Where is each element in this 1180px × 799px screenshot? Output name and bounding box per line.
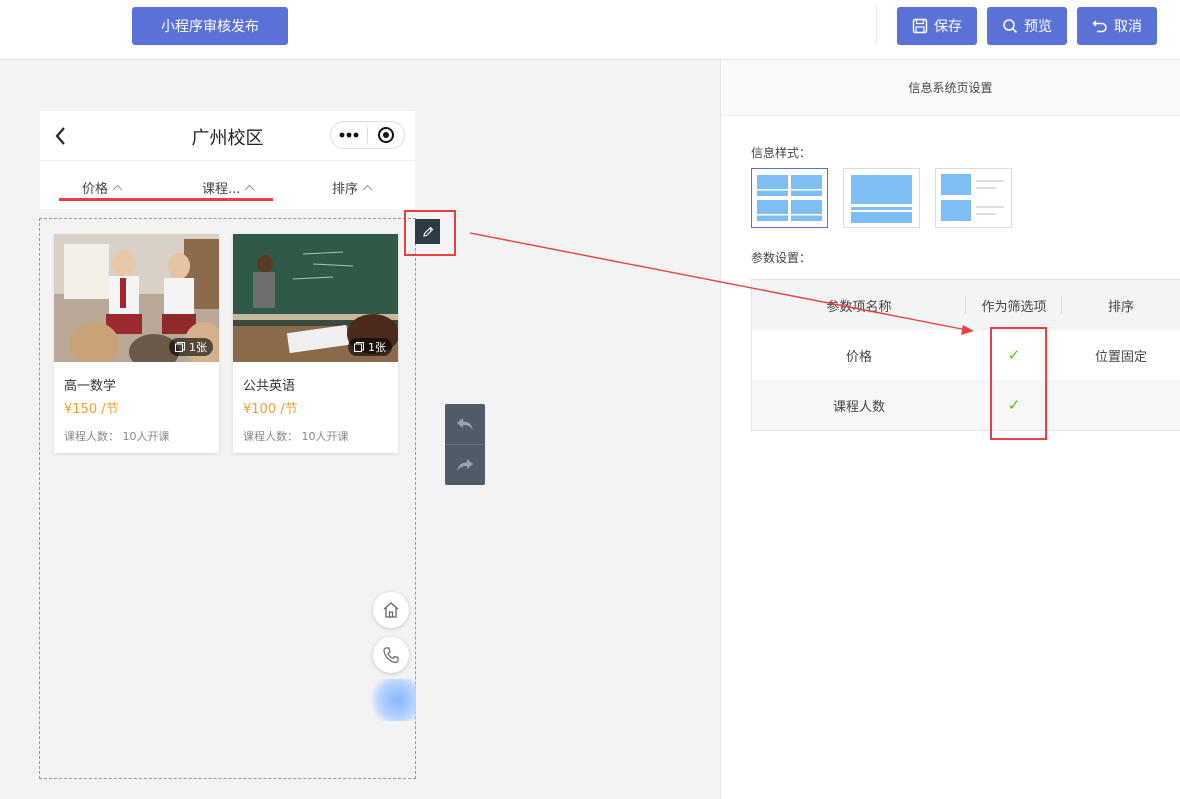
course-card[interactable]: 1张 高一数学 ¥150 /节 课程人数： 10人开课 (54, 234, 219, 453)
course-meta: 课程人数： 10人开课 (64, 430, 170, 443)
style-option-grid[interactable] (751, 168, 828, 228)
params-section-label: 参数设置： (751, 251, 812, 265)
style-section-label: 信息样式： (751, 146, 812, 160)
cancel-button[interactable]: 取消 (1077, 7, 1157, 45)
filter-label: 价格 (82, 182, 109, 197)
edit-button[interactable] (415, 219, 440, 244)
style-option-list[interactable] (935, 168, 1012, 228)
redo-arrow-icon (457, 459, 473, 471)
publish-button[interactable]: 小程序审核发布 (132, 7, 288, 45)
home-icon (383, 602, 399, 618)
course-price: ¥150 /节 (64, 402, 119, 417)
panel-title: 信息系统页设置 (721, 60, 1180, 116)
undo-button[interactable] (445, 404, 485, 444)
filter-price[interactable]: 价格 (82, 178, 123, 197)
settings-panel: 信息系统页设置 信息样式： 参数设置： 参数项名称 作为筛选项 排序 价格 ✓ … (720, 60, 1180, 799)
gallery-icon (354, 342, 364, 352)
image-count-badge: 1张 (169, 338, 213, 356)
style-option-banner[interactable] (843, 168, 920, 228)
filter-highlight-underline (59, 198, 273, 201)
param-table: 参数项名称 作为筛选项 排序 价格 ✓ 位置固定 课程人数 ✓ (751, 279, 1180, 431)
course-card[interactable]: 1张 公共英语 ¥100 /节 课程人数： 10人开课 (233, 234, 398, 453)
gallery-icon (175, 342, 185, 352)
checkmark-highlight-box (990, 327, 1047, 440)
mini-program-capsule (330, 121, 405, 149)
chevron-up-icon (362, 184, 373, 191)
save-button[interactable]: 保存 (897, 7, 977, 45)
param-sort: 位置固定 (1094, 349, 1147, 365)
search-icon (1003, 19, 1018, 34)
save-button-label: 保存 (934, 19, 962, 35)
undo-arrow-icon (457, 418, 473, 430)
column-header: 参数项名称 (752, 280, 966, 330)
pencil-icon (422, 226, 433, 237)
phone-icon (383, 647, 399, 664)
table-row: 价格 ✓ 位置固定 (752, 330, 1180, 380)
redo-button[interactable] (445, 445, 485, 485)
filter-sort[interactable]: 排序 (332, 178, 373, 197)
publish-button-label: 小程序审核发布 (161, 19, 259, 35)
phone-float-button[interactable] (373, 637, 409, 673)
undo-icon (1092, 20, 1107, 33)
save-icon (912, 18, 928, 34)
image-count-badge: 1张 (348, 338, 392, 356)
course-image: 1张 (54, 234, 219, 362)
cancel-button-label: 取消 (1114, 19, 1142, 35)
chevron-up-icon (245, 184, 255, 191)
course-title: 公共英语 (243, 379, 296, 394)
course-meta: 课程人数： 10人开课 (243, 430, 349, 443)
course-image: 1张 (233, 234, 398, 362)
home-float-button[interactable] (373, 592, 409, 628)
toolbar-divider (876, 6, 877, 44)
more-dots-icon[interactable] (331, 132, 367, 138)
top-toolbar: 小程序审核发布 保存 预览 取消 (0, 0, 1180, 60)
blurred-widget (370, 679, 416, 721)
filter-course-count[interactable]: 课程... (202, 178, 255, 197)
table-row: 课程人数 ✓ (752, 380, 1180, 430)
param-name: 课程人数 (832, 399, 885, 415)
param-sort (1062, 380, 1180, 430)
undo-redo-panel (445, 404, 485, 485)
filter-label: 排序 (332, 182, 359, 197)
column-header: 作为筛选项 (966, 280, 1062, 330)
filter-bar: 价格 课程... 排序 (40, 161, 415, 209)
preview-button[interactable]: 预览 (987, 7, 1067, 45)
table-header-row: 参数项名称 作为筛选项 排序 (752, 280, 1180, 330)
course-title: 高一数学 (64, 379, 117, 394)
preview-button-label: 预览 (1024, 19, 1052, 35)
column-header: 排序 (1107, 299, 1134, 315)
chevron-up-icon (112, 184, 123, 191)
course-price: ¥100 /节 (243, 402, 298, 417)
filter-label: 课程... (202, 182, 241, 197)
close-target-icon[interactable] (368, 126, 404, 144)
phone-nav-bar: 广州校区 (40, 111, 415, 161)
param-name: 价格 (845, 349, 872, 365)
